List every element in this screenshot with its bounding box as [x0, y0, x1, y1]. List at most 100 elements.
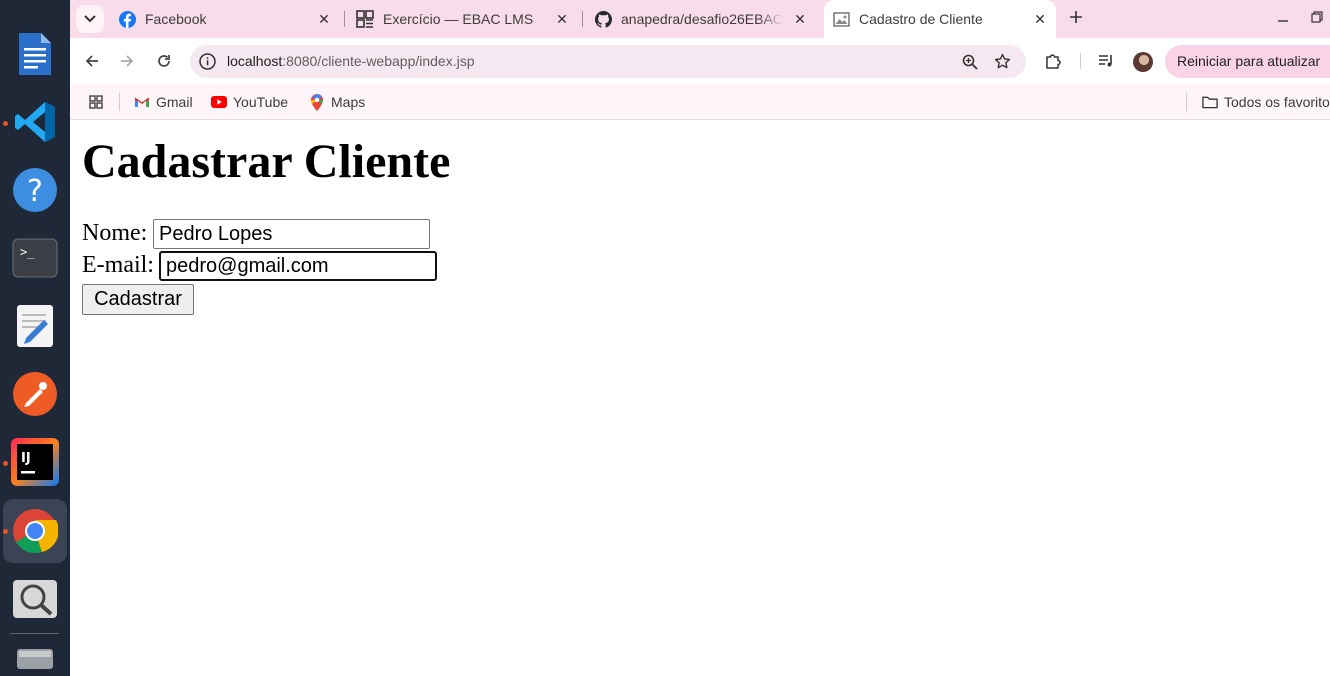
- terminal-icon: >_: [12, 238, 58, 278]
- profile-avatar[interactable]: [1133, 52, 1153, 72]
- url-host: localhost: [227, 53, 283, 69]
- apps-grid-icon: [88, 94, 104, 110]
- postman-icon: [13, 372, 57, 416]
- bookmark-label: Gmail: [156, 94, 193, 110]
- dock-help[interactable]: ?: [11, 166, 59, 214]
- tab-search-button[interactable]: [76, 5, 104, 33]
- url-text[interactable]: localhost:8080/cliente-webapp/index.jsp: [227, 53, 475, 69]
- site-info-icon[interactable]: [198, 52, 217, 71]
- dock-postman[interactable]: [11, 370, 59, 418]
- all-bookmarks-label: Todos os favoritos: [1224, 94, 1330, 110]
- chevron-down-icon: [84, 15, 96, 23]
- browser-toolbar: localhost:8080/cliente-webapp/index.jsp …: [70, 38, 1330, 84]
- dock-vscode[interactable]: [11, 98, 59, 146]
- close-icon[interactable]: ✕: [554, 11, 570, 27]
- star-icon[interactable]: [993, 52, 1012, 71]
- page-icon: [832, 10, 850, 28]
- svg-text:IJ: IJ: [21, 451, 31, 466]
- svg-text:?: ?: [27, 174, 43, 209]
- dock-text-editor[interactable]: [11, 302, 59, 350]
- github-icon: [594, 10, 612, 28]
- tab-cadastro-cliente[interactable]: Cadastro de Cliente ✕: [824, 0, 1056, 38]
- browser-window: Facebook ✕ Exercício — EBAC LMS ✕ anaped…: [70, 0, 1330, 120]
- close-icon[interactable]: ✕: [316, 11, 332, 27]
- tab-title: Exercício — EBAC LMS: [383, 11, 534, 27]
- tab-separator: [344, 11, 345, 27]
- dock-separator: [10, 633, 59, 634]
- restore-icon: [1311, 11, 1323, 23]
- maps-icon: [309, 93, 325, 111]
- web-page: Cadastrar Cliente Nome: Pedro Lopes E-ma…: [70, 120, 1330, 676]
- zoom-icon[interactable]: [960, 52, 979, 71]
- bookmark-gmail[interactable]: Gmail: [134, 91, 193, 113]
- name-input[interactable]: Pedro Lopes: [153, 219, 430, 249]
- tab-title: Facebook: [145, 11, 207, 27]
- chrome-icon: [13, 509, 58, 554]
- youtube-icon: [211, 94, 227, 110]
- vscode-icon: [15, 102, 55, 142]
- dock-image-viewer[interactable]: [11, 575, 59, 623]
- close-icon[interactable]: ✕: [792, 11, 808, 27]
- tab-title: anapedra/desafio26EBAC: [621, 11, 783, 27]
- close-icon[interactable]: ✕: [1032, 11, 1048, 27]
- minimize-button[interactable]: [1274, 10, 1292, 28]
- email-input[interactable]: pedro@gmail.com: [159, 251, 437, 281]
- arrow-right-icon: [121, 55, 134, 67]
- help-icon: ?: [13, 168, 57, 212]
- reload-icon: [158, 55, 170, 67]
- restart-to-update-button[interactable]: Reiniciar para atualizar: [1165, 45, 1330, 78]
- writer-document-icon: [19, 33, 51, 75]
- ebac-icon: [356, 10, 374, 28]
- url-path: :8080/cliente-webapp/index.jsp: [282, 53, 475, 69]
- tab-separator: [582, 11, 583, 27]
- puzzle-icon: [1046, 54, 1061, 69]
- bookmark-label: YouTube: [233, 94, 289, 110]
- media-control-button[interactable]: [1095, 50, 1117, 72]
- bookmarks-separator: [119, 93, 120, 111]
- bookmark-label: Maps: [331, 94, 366, 110]
- apps-button[interactable]: [88, 91, 110, 113]
- email-label: E-mail:: [82, 252, 154, 278]
- submit-button[interactable]: Cadastrar: [82, 284, 194, 315]
- tab-ebac-lms[interactable]: Exercício — EBAC LMS ✕: [348, 4, 578, 34]
- forward-button[interactable]: [113, 47, 141, 75]
- dock-chrome[interactable]: [11, 507, 59, 555]
- tab-facebook[interactable]: Facebook ✕: [110, 4, 340, 34]
- running-indicator: [3, 121, 8, 126]
- dock-files[interactable]: [11, 642, 59, 672]
- maximize-button[interactable]: [1308, 10, 1326, 28]
- magnifier-icon: [13, 580, 57, 618]
- name-label: Nome:: [82, 220, 148, 246]
- drive-icon: [17, 649, 53, 669]
- address-bar[interactable]: localhost:8080/cliente-webapp/index.jsp: [190, 45, 1026, 78]
- arrow-left-icon: [85, 55, 98, 67]
- svg-text:>_: >_: [20, 245, 35, 259]
- facebook-icon: [118, 10, 136, 28]
- dock-intellij[interactable]: IJ: [11, 438, 59, 486]
- page-title: Cadastrar Cliente: [82, 135, 451, 188]
- minimize-icon: [1278, 20, 1288, 22]
- dock: ? >_ IJ: [0, 0, 70, 676]
- bookmark-maps[interactable]: Maps: [309, 91, 365, 113]
- tab-github[interactable]: anapedra/desafio26EBAC ✕: [586, 4, 816, 34]
- plus-icon: [1070, 11, 1082, 23]
- intellij-icon: IJ: [11, 438, 59, 486]
- running-indicator: [3, 461, 8, 466]
- new-tab-button[interactable]: [1065, 8, 1087, 30]
- bookmark-youtube[interactable]: YouTube: [211, 91, 288, 113]
- text-editor-icon: [17, 305, 53, 347]
- running-indicator: [3, 529, 8, 534]
- dock-terminal[interactable]: >_: [11, 234, 59, 282]
- bookmarks-bar: Gmail YouTube Maps Todos os favoritos: [70, 84, 1330, 120]
- gmail-icon: [134, 94, 150, 110]
- toolbar-separator: [1080, 53, 1081, 69]
- tab-title: Cadastro de Cliente: [859, 11, 983, 27]
- back-button[interactable]: [78, 47, 106, 75]
- reload-button[interactable]: [150, 47, 178, 75]
- folder-icon: [1202, 94, 1218, 110]
- dock-writer[interactable]: [11, 30, 59, 78]
- extensions-button[interactable]: [1042, 50, 1064, 72]
- all-bookmarks-button[interactable]: Todos os favoritos: [1202, 91, 1330, 113]
- bookmarks-separator: [1186, 93, 1187, 111]
- tab-strip: Facebook ✕ Exercício — EBAC LMS ✕ anaped…: [70, 0, 1330, 38]
